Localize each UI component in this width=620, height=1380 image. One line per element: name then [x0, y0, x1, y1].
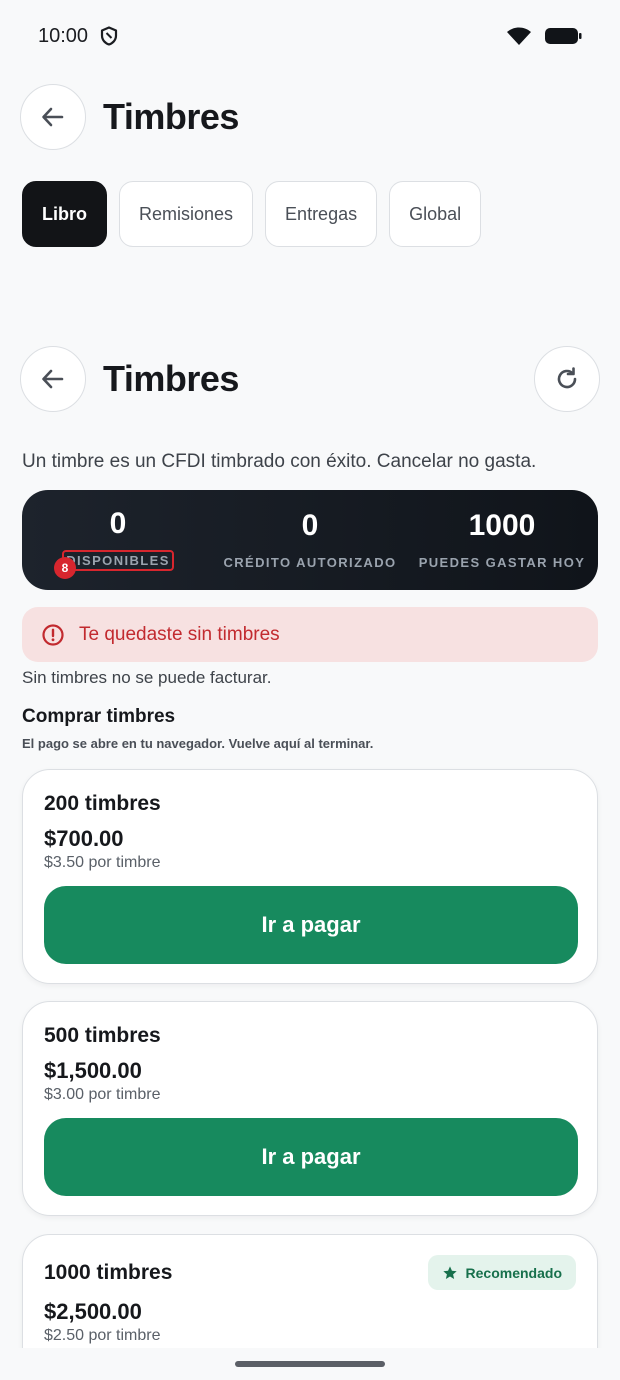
tab-libro[interactable]: Libro	[22, 181, 107, 247]
package-unit-price: $2.50 por timbre	[44, 1327, 161, 1344]
status-bar: 10:00	[0, 0, 620, 72]
timbres-header: Timbres	[20, 346, 600, 412]
stats-card: 0 DISPONIBLES 8 0 CRÉDITO AUTORIZADO 100…	[22, 490, 598, 590]
pay-button[interactable]: Ir a pagar	[44, 886, 578, 964]
package-name: 1000 timbres	[44, 1261, 173, 1284]
stat-value: 1000	[468, 508, 536, 542]
package-price: $1,500.00	[44, 1058, 142, 1083]
package-unit-price: $3.00 por timbre	[44, 1086, 161, 1103]
arrow-left-icon	[42, 369, 64, 389]
stat-value: 0	[301, 508, 319, 542]
page-title: Timbres	[103, 96, 239, 137]
battery-icon	[545, 28, 582, 44]
stat-label: CRÉDITO AUTORIZADO	[223, 554, 397, 570]
refresh-icon	[557, 367, 577, 389]
intro-text: Un timbre es un CFDI timbrado con éxito.…	[22, 451, 537, 472]
package-name: 500 timbres	[44, 1024, 161, 1047]
refresh-button[interactable]	[534, 346, 600, 412]
stat-label: DISPONIBLES	[62, 550, 174, 571]
status-left: 10:00	[38, 25, 118, 48]
alert-circle-icon	[42, 623, 64, 646]
back-button[interactable]	[20, 84, 86, 150]
scroll-clip: 1000 timbres Recomendado $2,500.00 $2.50…	[0, 1234, 620, 1348]
tab-remisiones[interactable]: Remisiones	[119, 181, 254, 247]
back-button-secondary[interactable]	[20, 346, 86, 412]
pay-button[interactable]: Ir a pagar	[44, 1118, 578, 1196]
section-page-title: Timbres	[103, 358, 239, 399]
package-price: $700.00	[44, 826, 124, 851]
stat-value: 0	[109, 507, 127, 540]
purchase-subtitle: El pago se abre en tu navegador. Vuelve …	[22, 736, 374, 751]
status-right	[506, 26, 582, 46]
package-card: 1000 timbres Recomendado $2,500.00 $2.50…	[22, 1234, 598, 1348]
home-indicator[interactable]	[235, 1361, 385, 1367]
tab-bar: Libro Remisiones Entregas Global	[22, 181, 482, 247]
package-unit-price: $3.50 por timbre	[44, 854, 161, 871]
package-name: 200 timbres	[44, 792, 161, 815]
notification-badge: 8	[54, 557, 76, 579]
stat-label: PUEDES GASTAR HOY	[418, 554, 586, 570]
stat-disponibles: 0 DISPONIBLES 8	[22, 507, 214, 579]
alert-text: Te quedaste sin timbres	[79, 623, 280, 645]
status-time: 10:00	[38, 24, 89, 47]
top-header: Timbres	[20, 84, 600, 150]
stat-puedes-gastar: 1000 PUEDES GASTAR HOY	[406, 508, 598, 570]
tab-entregas[interactable]: Entregas	[265, 181, 378, 247]
alert-banner: Te quedaste sin timbres	[22, 607, 598, 662]
package-price: $2,500.00	[44, 1299, 142, 1324]
arrow-left-icon	[42, 107, 64, 127]
note-text: Sin timbres no se puede facturar.	[22, 668, 272, 687]
tab-global[interactable]: Global	[389, 181, 482, 247]
stat-credito: 0 CRÉDITO AUTORIZADO	[214, 508, 406, 570]
package-card: 500 timbres $1,500.00 $3.00 por timbre I…	[22, 1001, 598, 1216]
shield-icon	[100, 26, 118, 46]
star-icon	[442, 1265, 457, 1279]
recommended-badge: Recomendado	[427, 1255, 576, 1290]
wifi-icon	[507, 27, 531, 45]
recommended-label: Recomendado	[465, 1264, 562, 1281]
purchase-title: Comprar timbres	[22, 706, 176, 727]
package-card: 200 timbres $700.00 $3.50 por timbre Ir …	[22, 769, 598, 984]
